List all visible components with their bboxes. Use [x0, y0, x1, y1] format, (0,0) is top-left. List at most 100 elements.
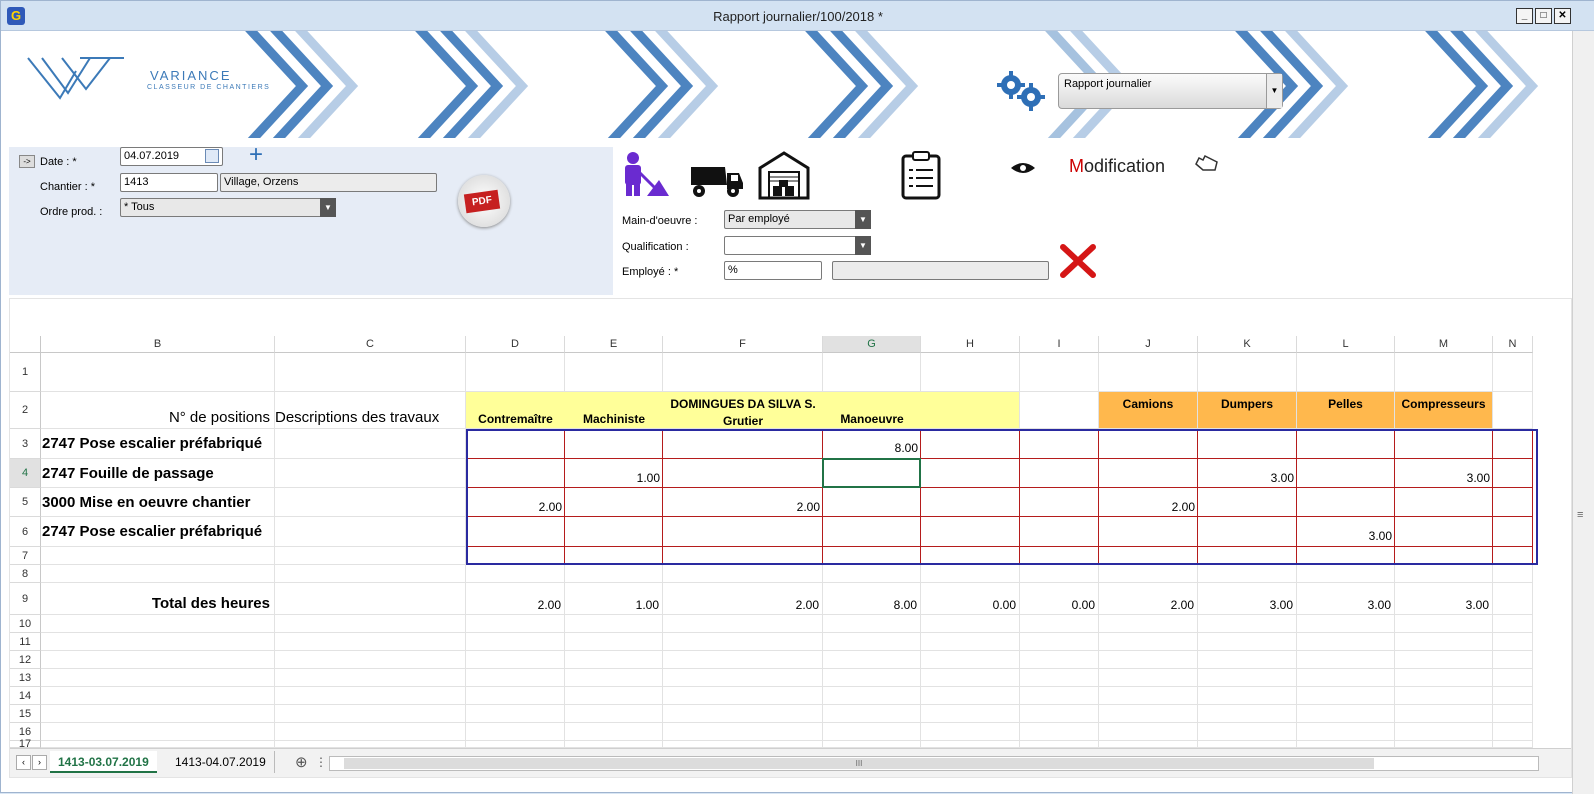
total-cell[interactable]: 2.00 — [466, 583, 565, 615]
grid-cell[interactable] — [1297, 633, 1395, 651]
grid-cell[interactable] — [1297, 651, 1395, 669]
value-cell-j5[interactable]: 2.00 — [1099, 488, 1198, 517]
header-descriptions[interactable]: Descriptions des travaux — [275, 392, 466, 429]
grid-cell[interactable] — [1198, 615, 1297, 633]
column-header-j[interactable]: J — [1099, 336, 1198, 353]
grid-cell[interactable] — [1297, 705, 1395, 723]
grid-cell[interactable] — [1493, 565, 1533, 583]
grid-cell[interactable] — [466, 651, 565, 669]
grid-cell[interactable] — [565, 687, 663, 705]
grid-cell[interactable] — [1395, 723, 1493, 741]
data-cell[interactable] — [1020, 517, 1099, 547]
grid-cell[interactable] — [41, 723, 275, 741]
data-cell[interactable] — [823, 517, 921, 547]
data-cell[interactable] — [663, 459, 823, 488]
row-header-13[interactable]: 13 — [10, 669, 41, 687]
grid-cell[interactable] — [275, 429, 466, 459]
hand-pointer-icon[interactable] — [1193, 152, 1219, 176]
grid-cell[interactable] — [275, 741, 466, 748]
ordre-select[interactable]: * Tous ▼ — [120, 198, 336, 217]
data-cell[interactable] — [1395, 517, 1493, 547]
grid-cell[interactable] — [466, 565, 565, 583]
grid-cell[interactable] — [275, 705, 466, 723]
grid-cell[interactable] — [1020, 615, 1099, 633]
grid-cell[interactable] — [1020, 669, 1099, 687]
grid-cell[interactable] — [1099, 723, 1198, 741]
role-header[interactable]: Manoeuvre — [823, 392, 921, 429]
column-header-h[interactable]: H — [921, 336, 1020, 353]
scroll-grip-icon[interactable]: ≡ — [1577, 509, 1583, 521]
mo-select[interactable]: Par employé ▼ — [724, 210, 871, 229]
grid-cell[interactable] — [1395, 741, 1493, 748]
grid-cell[interactable] — [275, 723, 466, 741]
value-cell-k4[interactable]: 3.00 — [1198, 459, 1297, 488]
value-cell-m4[interactable]: 3.00 — [1395, 459, 1493, 488]
column-header-d[interactable]: D — [466, 336, 565, 353]
add-icon[interactable]: + — [249, 141, 263, 169]
grid-cell[interactable] — [1020, 705, 1099, 723]
close-button[interactable]: ✕ — [1554, 8, 1571, 24]
grid-cell[interactable] — [466, 669, 565, 687]
data-cell[interactable] — [921, 459, 1020, 488]
data-cell[interactable] — [823, 488, 921, 517]
grid-cell[interactable] — [1020, 565, 1099, 583]
data-cell[interactable] — [1493, 488, 1533, 517]
role-header[interactable]: Grutier — [663, 392, 823, 429]
grid-cell[interactable] — [1493, 687, 1533, 705]
grid-cell[interactable] — [921, 633, 1020, 651]
grid-cell[interactable] — [275, 459, 466, 488]
grid-cell[interactable] — [1198, 669, 1297, 687]
horizontal-scrollbar[interactable]: III — [329, 756, 1539, 771]
value-cell-d5[interactable]: 2.00 — [466, 488, 565, 517]
warehouse-icon[interactable] — [757, 150, 811, 200]
grid-cell[interactable] — [823, 723, 921, 741]
maximize-button[interactable]: □ — [1535, 8, 1552, 24]
grid-cell[interactable] — [663, 741, 823, 748]
grid-cell[interactable] — [1297, 723, 1395, 741]
position-cell[interactable]: 2747 Pose escalier préfabriqué — [41, 429, 275, 459]
grid-cell[interactable] — [565, 353, 663, 392]
grid-cell[interactable] — [823, 615, 921, 633]
data-cell[interactable] — [1297, 429, 1395, 459]
grid-cell[interactable] — [663, 633, 823, 651]
column-header-k[interactable]: K — [1198, 336, 1297, 353]
grid-cell[interactable] — [823, 687, 921, 705]
grid-cell[interactable] — [1198, 353, 1297, 392]
grid-cell[interactable] — [565, 565, 663, 583]
grid-cell[interactable] — [275, 651, 466, 669]
total-cell[interactable]: 3.00 — [1297, 583, 1395, 615]
grid-cell[interactable] — [1297, 741, 1395, 748]
grid-cell[interactable] — [1493, 741, 1533, 748]
grid-cell[interactable] — [466, 615, 565, 633]
grid-cell[interactable] — [1297, 669, 1395, 687]
grid-cell[interactable] — [921, 669, 1020, 687]
grid-cell[interactable] — [1493, 615, 1533, 633]
grid-cell[interactable] — [1493, 669, 1533, 687]
grid-cell[interactable] — [1493, 392, 1533, 429]
position-cell[interactable]: 3000 Mise en oeuvre chantier — [41, 488, 275, 517]
grid-cell[interactable] — [1493, 353, 1533, 392]
data-cell[interactable] — [1020, 488, 1099, 517]
tab-scroll-left-icon[interactable]: ‹ — [16, 755, 31, 770]
header-positions[interactable]: N° de positions — [41, 392, 275, 429]
scrollbar-thumb[interactable]: III — [344, 758, 1374, 769]
data-cell[interactable] — [1099, 459, 1198, 488]
grid-cell[interactable] — [275, 633, 466, 651]
total-cell[interactable]: 0.00 — [921, 583, 1020, 615]
grid-cell[interactable] — [275, 615, 466, 633]
grid-cell[interactable] — [565, 669, 663, 687]
grid-cell[interactable] — [41, 353, 275, 392]
data-cell[interactable] — [1020, 429, 1099, 459]
grid-cell[interactable] — [663, 687, 823, 705]
grid-cell[interactable] — [41, 633, 275, 651]
grid-cell[interactable] — [565, 651, 663, 669]
pdf-export-button[interactable]: PDF — [458, 175, 510, 227]
grid-cell[interactable] — [921, 741, 1020, 748]
settings-gear-icon[interactable] — [995, 69, 1047, 113]
sheet-tab-1413-04[interactable]: 1413-04.07.2019 — [167, 751, 275, 773]
grid-cell[interactable] — [41, 547, 275, 565]
row-header-7[interactable]: 7 — [10, 547, 41, 565]
grid-cell[interactable] — [275, 669, 466, 687]
data-cell[interactable] — [1297, 547, 1395, 565]
grid-cell[interactable] — [41, 705, 275, 723]
